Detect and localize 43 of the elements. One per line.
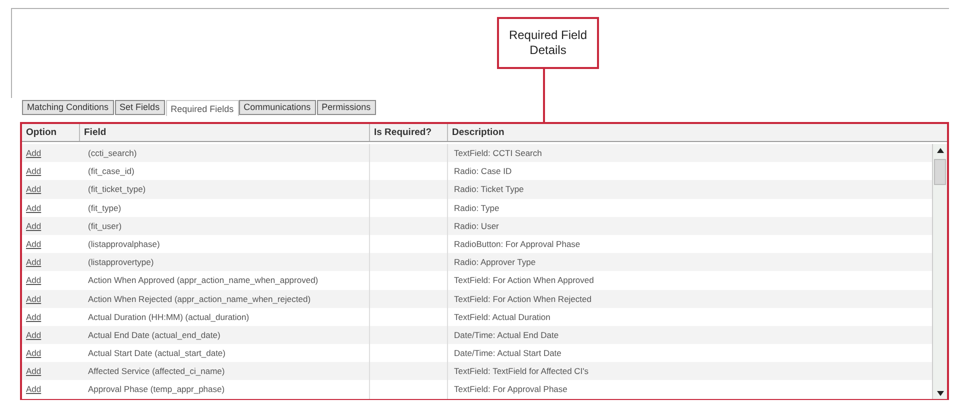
column-header: Description [451, 126, 506, 140]
add-link[interactable]: Add [26, 366, 42, 376]
table-cell-text: TextField: Actual Duration [453, 310, 552, 324]
scrollbar[interactable] [932, 144, 947, 399]
up-arrow-icon[interactable] [936, 148, 944, 153]
tab[interactable]: Set Fields [114, 100, 165, 115]
add-link[interactable]: Add [26, 257, 42, 268]
tab[interactable]: Matching Conditions [22, 100, 114, 115]
table-cell-text: TextField: For Action When Approved [453, 274, 595, 288]
table-cell-text: Radio: User [453, 220, 500, 233]
down-arrow-icon[interactable] [936, 390, 944, 396]
scrollbar-thumb[interactable] [934, 159, 946, 185]
column-header: Is Required? [370, 124, 448, 141]
table-cell-text: TextField: TextField for Affected CI's [453, 365, 590, 378]
callout-box: Required Field Details [497, 17, 599, 69]
add-link[interactable]: Add [26, 294, 42, 304]
add-link[interactable]: Add [26, 348, 42, 358]
table-cell-text: TextField: For Action When Rejected [453, 292, 592, 306]
add-link[interactable]: Add [26, 384, 42, 394]
column-header: Field [80, 124, 370, 141]
table-cell-text: TextField: CCTI Search [453, 147, 543, 160]
table-cell-text: RadioButton: For Approval Phase [453, 238, 582, 251]
tab[interactable]: Permissions [316, 100, 376, 115]
tab[interactable]: Communications [238, 100, 316, 115]
add-link[interactable]: Add [26, 220, 42, 231]
table-cell-text: Date/Time: Actual Start Date [453, 347, 562, 360]
table-cell-text: Radio: Case ID [453, 165, 513, 178]
table-cell-text: TextField: For Approval Phase [453, 383, 568, 396]
table-cell-text: Date/Time: Actual End Date [453, 328, 560, 342]
add-link[interactable]: Add [26, 275, 42, 286]
add-link[interactable]: Add [26, 202, 42, 213]
table-cell-text: Radio: Type [453, 202, 500, 215]
tab[interactable]: Required Fields [166, 100, 239, 116]
add-link[interactable]: Add [26, 312, 42, 322]
add-link[interactable]: Add [26, 166, 42, 176]
table-cell-text: Radio: Approver Type [453, 256, 537, 270]
add-link[interactable]: Add [26, 184, 42, 194]
table-cell-text: Radio: Ticket Type [453, 183, 525, 196]
add-link[interactable]: Add [26, 148, 42, 158]
add-link[interactable]: Add [26, 238, 42, 249]
add-link[interactable]: Add [26, 330, 42, 340]
table-cell: Approval Phase (temp_appr_phase) [80, 380, 370, 399]
column-header: Option [22, 124, 80, 141]
